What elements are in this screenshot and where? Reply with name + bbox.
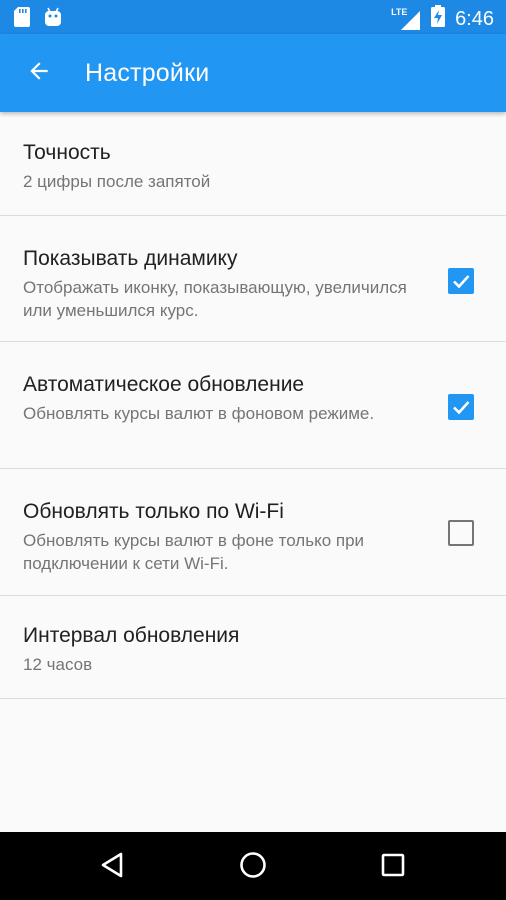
- pref-title: Показывать динамику: [23, 247, 238, 270]
- pref-update-interval[interactable]: Интервал обновления 12 часов: [0, 596, 506, 699]
- back-button[interactable]: [22, 56, 56, 90]
- pref-auto-update[interactable]: Автоматическое обновление Обновлять курс…: [0, 342, 506, 469]
- pref-summary: Обновлять курсы валют в фоне только при …: [23, 531, 365, 573]
- pref-summary: Обновлять курсы валют в фоновом режиме.: [23, 404, 375, 423]
- arrow-back-icon: [26, 58, 52, 89]
- pref-title: Интервал обновления: [23, 624, 240, 647]
- status-time: 6:46: [455, 7, 494, 30]
- checkmark-icon: [453, 275, 470, 289]
- status-right-icons: LTE 6:46: [391, 5, 494, 32]
- pref-summary: Отображать иконку, показывающую, увеличи…: [23, 278, 407, 320]
- show-dynamics-checkbox[interactable]: [448, 268, 474, 294]
- checkmark-icon: [453, 401, 470, 415]
- pref-title: Обновлять только по Wi-Fi: [23, 500, 284, 523]
- settings-list: Точность 2 цифры после запятой Показыват…: [0, 112, 506, 699]
- pref-title: Точность: [23, 141, 111, 164]
- pref-precision[interactable]: Точность 2 цифры после запятой: [0, 112, 506, 216]
- pref-summary: 2 цифры после запятой: [23, 172, 211, 191]
- battery-charging-icon: [431, 5, 446, 32]
- pref-summary: 12 часов: [23, 655, 93, 674]
- wifi-only-checkbox[interactable]: [448, 520, 474, 546]
- pref-title: Автоматическое обновление: [23, 373, 305, 396]
- android-icon: [44, 7, 62, 32]
- sd-card-icon: [14, 7, 30, 32]
- app-bar: Настройки: [0, 34, 506, 112]
- nav-home-button[interactable]: [235, 849, 271, 885]
- pref-show-dynamics[interactable]: Показывать динамику Отображать иконку, п…: [0, 216, 506, 342]
- nav-back-button[interactable]: [94, 849, 130, 885]
- status-bar: LTE 6:46: [0, 0, 506, 34]
- nav-recents-button[interactable]: [375, 849, 411, 885]
- pref-wifi-only[interactable]: Обновлять только по Wi-Fi Обновлять курс…: [0, 469, 506, 596]
- auto-update-checkbox[interactable]: [448, 394, 474, 420]
- back-triangle-icon: [99, 851, 125, 884]
- settings-screen: LTE 6:46 Настройки Точность 2 цифры посл…: [0, 0, 506, 900]
- page-title: Настройки: [85, 59, 210, 87]
- home-circle-icon: [239, 851, 267, 884]
- navigation-bar: [0, 832, 506, 900]
- lte-signal-icon: LTE: [391, 7, 421, 31]
- status-left-icons: [14, 7, 62, 32]
- network-type-label: LTE: [391, 6, 408, 17]
- recents-square-icon: [380, 852, 406, 883]
